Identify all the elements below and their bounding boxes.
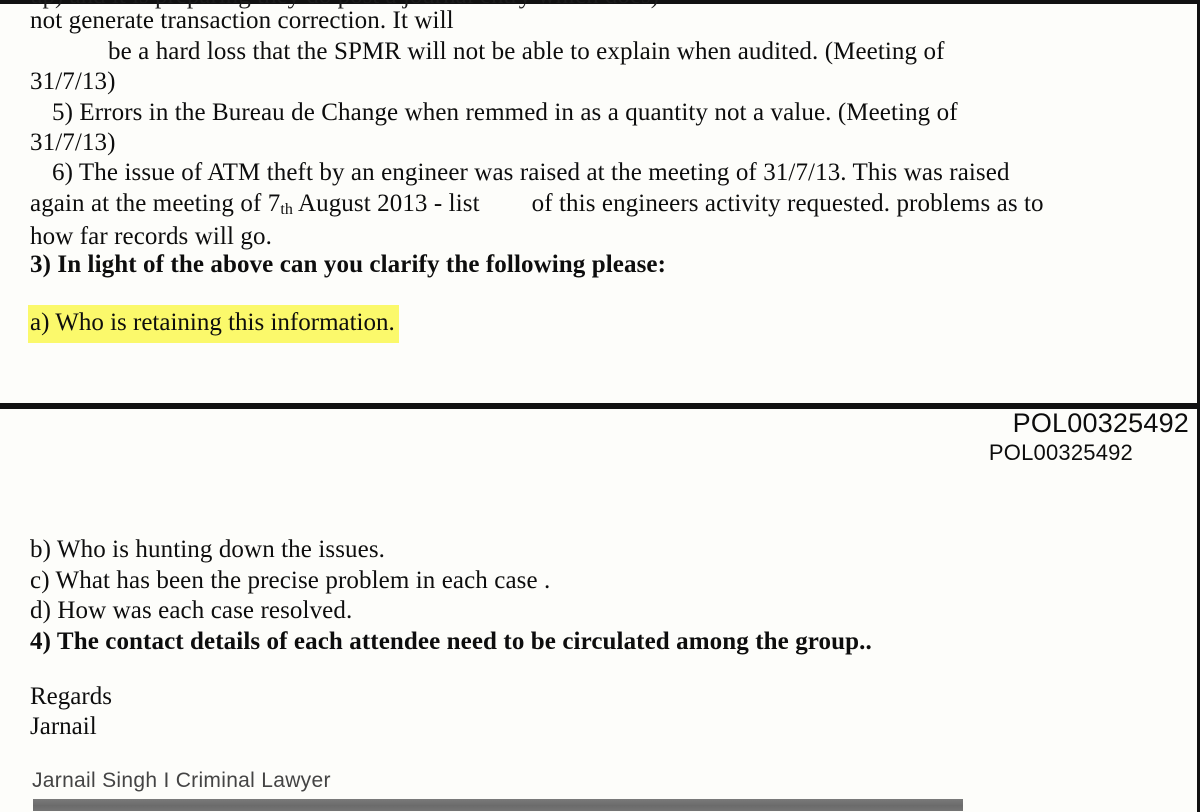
paragraph-continuation-line-2: be a hard loss that the SPMR will not be… (108, 37, 945, 65)
list-item-6-line-2-after: of this engineers activity requested. pr… (531, 189, 1044, 217)
list-item-6-line-1: 6) The issue of ATM theft by an engineer… (52, 159, 1010, 186)
paragraph-continuation-line-1: not generate transaction correction. It … (30, 7, 454, 34)
list-item-5: 5) Errors in the Bureau de Change when r… (52, 98, 958, 126)
paragraph-meeting-date-2: 31/7/13) (30, 129, 116, 156)
document-reference-primary: POL00325492 (1012, 408, 1189, 438)
list-item-6-line-2-middle: August 2013 - list (292, 189, 480, 217)
footer-gray-bar (33, 799, 963, 811)
ordinal-suffix: th (280, 200, 293, 218)
heading-item-3-text: 3) In light of the above can you clarify… (30, 251, 667, 278)
highlighted-item-a-text: a) Who is retaining this information. (28, 305, 399, 343)
signoff-closing: Regards (30, 683, 112, 710)
document-page: up) and it is preparing they do post a j… (0, 0, 1200, 812)
list-item-b: b) Who is hunting down the issues. (30, 536, 386, 563)
highlighted-item-a: a) Who is retaining this information. (28, 305, 399, 343)
heading-item-3: 3) In light of the above can you clarify… (30, 250, 1150, 281)
list-item-6-line-3: how far records will go. (30, 223, 272, 250)
signoff-name: Jarnail (30, 713, 97, 740)
upper-text-block: not generate transaction correction. It … (30, 6, 1150, 159)
list-item-d: d) How was each case resolved. (30, 597, 353, 624)
list-item-4: 4) The contact details of each attendee … (30, 627, 872, 655)
list-item-6-line-2-before: again at the meeting of 7 (30, 189, 281, 217)
lower-text-block: b) Who is hunting down the issues. c) Wh… (30, 535, 1150, 657)
list-item-6-line-2: again at the meeting of 7th August 2013 … (30, 189, 1150, 223)
paragraph-meeting-date-1: 31/7/13) (30, 68, 116, 95)
footer-signature-line: Jarnail Singh I Criminal Lawyer (32, 769, 331, 792)
document-reference-secondary: POL00325492 (988, 440, 1133, 465)
list-item-6: 6) The issue of ATM theft by an engineer… (30, 158, 1150, 253)
list-item-c: c) What has been the precise problem in … (30, 566, 551, 594)
